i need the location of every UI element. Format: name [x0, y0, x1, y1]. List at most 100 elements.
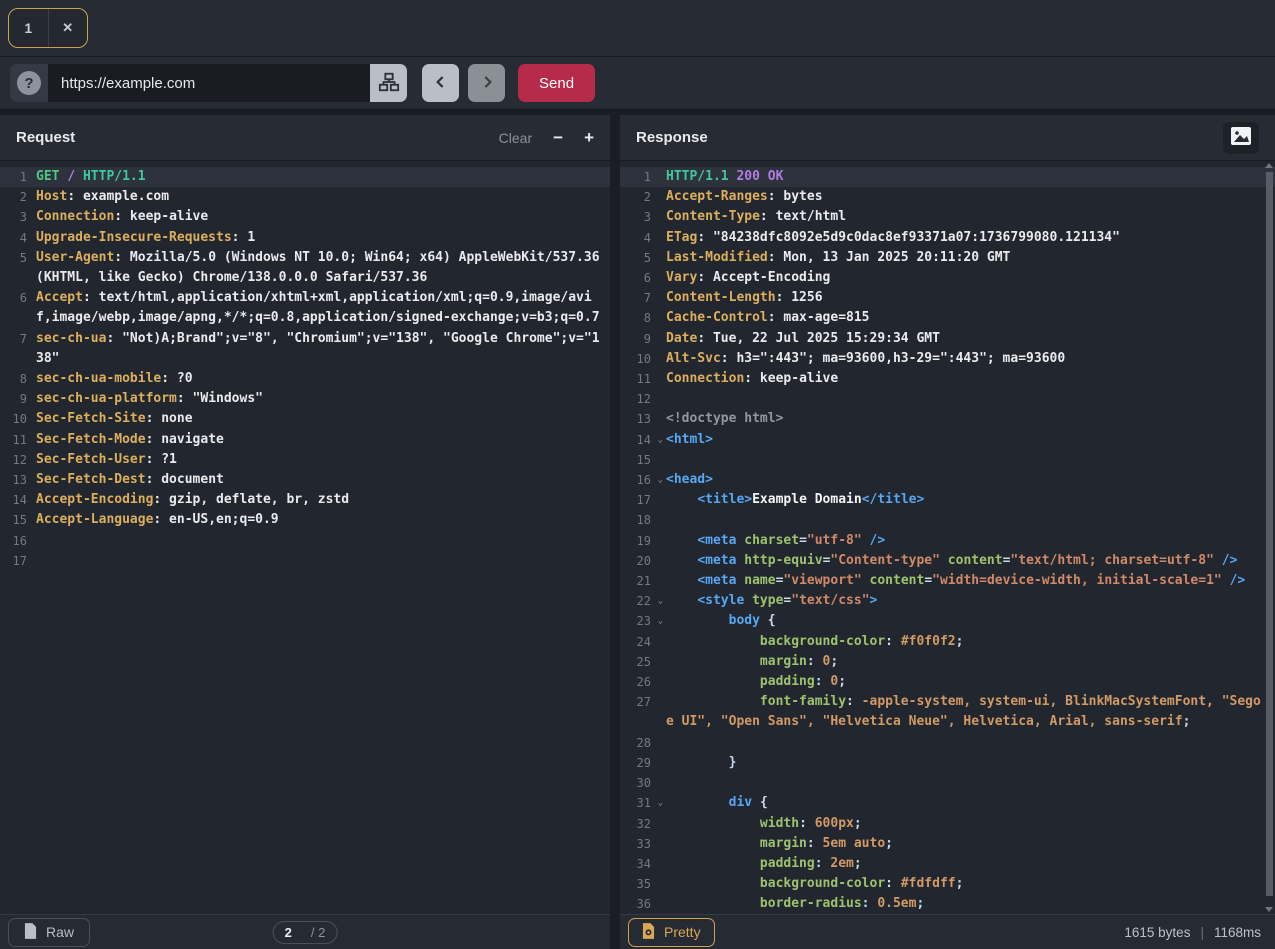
fold-icon[interactable]: ⌄ — [658, 435, 663, 445]
code-line[interactable]: 28 — [620, 733, 1275, 753]
code-line[interactable]: 3Content-Type: text/html — [620, 207, 1275, 227]
request-editor[interactable]: 1GET / HTTP/1.12Host: example.com3Connec… — [0, 161, 610, 914]
code-line[interactable]: 11Connection: keep-alive — [620, 369, 1275, 389]
code-line[interactable]: 15Accept-Language: en-US,en;q=0.9 — [0, 510, 610, 530]
line-number: 6 — [620, 268, 666, 288]
code-line[interactable]: 34 padding: 2em; — [620, 854, 1275, 874]
fold-icon[interactable]: ⌄ — [658, 798, 663, 808]
code-line[interactable]: 9Date: Tue, 22 Jul 2025 15:29:34 GMT — [620, 329, 1275, 349]
code-line[interactable]: 21 <meta name="viewport" content="width=… — [620, 571, 1275, 591]
fold-icon[interactable]: ⌄ — [658, 475, 663, 485]
sitemap-button[interactable] — [370, 64, 407, 102]
code-line[interactable]: 13<!doctype html> — [620, 409, 1275, 429]
line-number: 1 — [620, 167, 666, 187]
line-number: 3 — [620, 207, 666, 227]
increase-font-button[interactable]: + — [584, 128, 594, 148]
code-line[interactable]: 4Upgrade-Insecure-Requests: 1 — [0, 228, 610, 248]
code-line[interactable]: 17 <title>Example Domain</title> — [620, 490, 1275, 510]
code-line[interactable]: 7Content-Length: 1256 — [620, 288, 1275, 308]
code-line[interactable]: 8Cache-Control: max-age=815 — [620, 308, 1275, 328]
code-line[interactable]: 9sec-ch-ua-platform: "Windows" — [0, 389, 610, 409]
history-back-button[interactable] — [422, 64, 459, 102]
fold-icon[interactable]: ⌄ — [658, 596, 663, 606]
code-line[interactable]: 25 margin: 0; — [620, 652, 1275, 672]
code-line[interactable]: 16 — [0, 531, 610, 551]
code-line[interactable]: 32 width: 600px; — [620, 814, 1275, 834]
code-line[interactable]: 30 — [620, 773, 1275, 793]
code-line[interactable]: 12Sec-Fetch-User: ?1 — [0, 450, 610, 470]
line-number: 8 — [0, 369, 36, 389]
code-line[interactable]: 8sec-ch-ua-mobile: ?0 — [0, 369, 610, 389]
code-line[interactable]: 15 — [620, 450, 1275, 470]
connection-info-button[interactable]: ? — [10, 64, 48, 102]
line-number: 13 — [0, 470, 36, 490]
code-line[interactable]: 10Sec-Fetch-Site: none — [0, 409, 610, 429]
code-line[interactable]: 33 margin: 5em auto; — [620, 834, 1275, 854]
image-icon — [1230, 126, 1252, 149]
code-line[interactable]: 19 <meta charset="utf-8" /> — [620, 531, 1275, 551]
line-number: 15 — [0, 510, 36, 530]
page-current-input[interactable]: 2 — [285, 925, 292, 940]
scrollbar-thumb[interactable] — [1266, 172, 1273, 896]
code-line[interactable]: 1HTTP/1.1 200 OK — [620, 167, 1275, 187]
code-line[interactable]: 2Accept-Ranges: bytes — [620, 187, 1275, 207]
code-line[interactable]: 29 } — [620, 753, 1275, 773]
code-line[interactable]: 11Sec-Fetch-Mode: navigate — [0, 430, 610, 450]
code-line[interactable]: 27 font-family: -apple-system, system-ui… — [620, 692, 1275, 732]
fold-icon[interactable]: ⌄ — [658, 616, 663, 626]
code-line[interactable]: 23⌄ body { — [620, 611, 1275, 631]
code-line[interactable]: 6Accept: text/html,application/xhtml+xml… — [0, 288, 610, 328]
response-scrollbar[interactable] — [1265, 163, 1274, 912]
history-forward-button[interactable] — [468, 64, 505, 102]
line-number: 32 — [620, 814, 666, 834]
code-line[interactable]: 31⌄ div { — [620, 793, 1275, 813]
code-line[interactable]: 4ETag: "84238dfc8092e5d9c0dac8ef93371a07… — [620, 228, 1275, 248]
scroll-up-icon[interactable] — [1265, 163, 1273, 168]
response-editor[interactable]: 1HTTP/1.1 200 OK2Accept-Ranges: bytes3Co… — [620, 167, 1275, 914]
code-line[interactable]: 2Host: example.com — [0, 187, 610, 207]
code-line[interactable]: 20 <meta http-equiv="Content-type" conte… — [620, 551, 1275, 571]
url-input[interactable] — [48, 64, 370, 102]
decrease-font-button[interactable]: − — [553, 128, 563, 148]
scroll-down-icon[interactable] — [1265, 907, 1273, 912]
raw-label: Raw — [46, 924, 74, 940]
replay-tab[interactable]: 1 ✕ — [8, 8, 88, 48]
raw-toggle-button[interactable]: Raw — [8, 918, 90, 947]
code-line[interactable]: 5User-Agent: Mozilla/5.0 (Windows NT 10.… — [0, 248, 610, 288]
code-line[interactable]: 10Alt-Svc: h3=":443"; ma=93600,h3-29=":4… — [620, 349, 1275, 369]
code-line[interactable]: 16⌄<head> — [620, 470, 1275, 490]
code-line[interactable]: 12 — [620, 389, 1275, 409]
send-button[interactable]: Send — [518, 64, 595, 102]
code-line[interactable]: 14⌄<html> — [620, 430, 1275, 450]
line-number: 17 — [620, 490, 666, 510]
code-line[interactable]: 6Vary: Accept-Encoding — [620, 268, 1275, 288]
line-number: 26 — [620, 672, 666, 692]
code-line[interactable]: 5Last-Modified: Mon, 13 Jan 2025 20:11:2… — [620, 248, 1275, 268]
line-number: 13 — [620, 409, 666, 429]
render-image-button[interactable] — [1223, 122, 1259, 154]
response-editor-wrap: 1HTTP/1.1 200 OK2Accept-Ranges: bytes3Co… — [620, 161, 1275, 914]
line-number: 30 — [620, 773, 666, 793]
line-number: 10 — [620, 349, 666, 369]
code-line[interactable]: 7sec-ch-ua: "Not)A;Brand";v="8", "Chromi… — [0, 329, 610, 369]
tab-label[interactable]: 1 — [9, 9, 49, 47]
line-number: 18 — [620, 510, 666, 530]
code-line[interactable]: 36 border-radius: 0.5em; — [620, 894, 1275, 914]
code-line[interactable]: 1GET / HTTP/1.1 — [0, 167, 610, 187]
line-number: 10 — [0, 409, 36, 429]
line-number: 36 — [620, 894, 666, 914]
code-line[interactable]: 3Connection: keep-alive — [0, 207, 610, 227]
code-line[interactable]: 26 padding: 0; — [620, 672, 1275, 692]
code-line[interactable]: 24 background-color: #f0f0f2; — [620, 632, 1275, 652]
code-line[interactable]: 13Sec-Fetch-Dest: document — [0, 470, 610, 490]
pretty-toggle-button[interactable]: Pretty — [628, 918, 715, 947]
clear-button[interactable]: Clear — [499, 130, 532, 146]
code-line[interactable]: 18 — [620, 510, 1275, 530]
code-line[interactable]: 22⌄ <style type="text/css"> — [620, 591, 1275, 611]
tab-close-icon[interactable]: ✕ — [49, 9, 88, 47]
line-number: 4 — [0, 228, 36, 248]
code-line[interactable]: 35 background-color: #fdfdff; — [620, 874, 1275, 894]
line-number: 7 — [620, 288, 666, 308]
code-line[interactable]: 17 — [0, 551, 610, 571]
code-line[interactable]: 14Accept-Encoding: gzip, deflate, br, zs… — [0, 490, 610, 510]
